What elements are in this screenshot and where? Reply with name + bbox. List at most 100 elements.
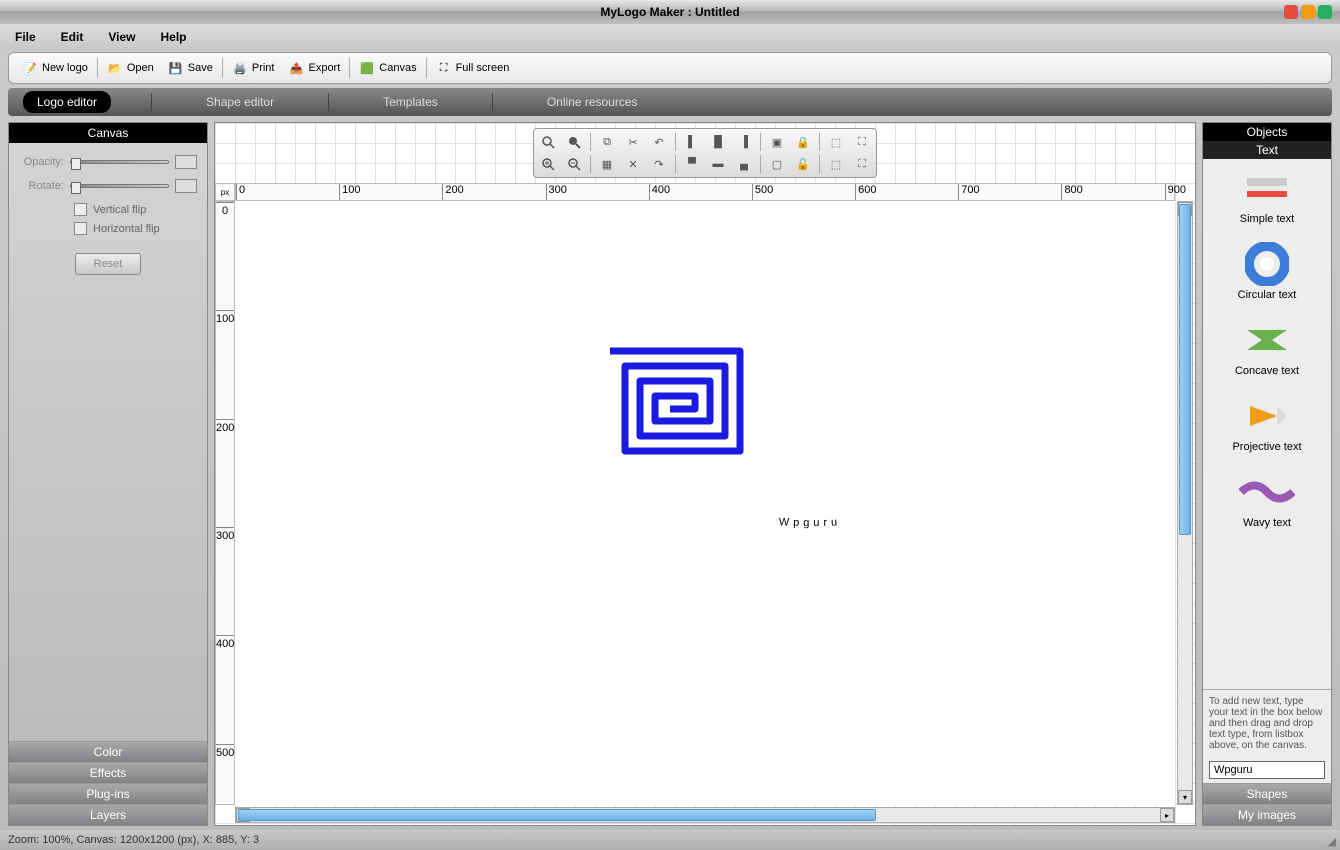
export-button[interactable]: 📤Export: [283, 58, 345, 78]
align-left-icon[interactable]: ▌: [680, 131, 704, 153]
print-button[interactable]: 🖨️Print: [227, 58, 280, 78]
paste-icon[interactable]: ▦: [595, 153, 619, 175]
opacity-slider[interactable]: [70, 160, 169, 164]
menu-bar: File Edit View Help: [0, 24, 1340, 50]
circular-text-icon: [1237, 243, 1297, 285]
maximize-button[interactable]: [1301, 5, 1315, 19]
opacity-value[interactable]: [175, 155, 197, 169]
tab-logo-editor[interactable]: Logo editor: [23, 91, 111, 113]
open-button[interactable]: 📂Open: [102, 58, 159, 78]
canvas-button[interactable]: 🟩Canvas: [354, 58, 421, 78]
delete-icon[interactable]: ✕: [621, 153, 645, 175]
text-header[interactable]: Text: [1203, 141, 1331, 159]
ruler-unit: px: [215, 183, 235, 201]
simple-text-type[interactable]: Simple text: [1207, 167, 1327, 225]
canvas-toolbar: ⧉ ✂ ↶ ▌ ▐▌ ▐ ▣ 🔒 ⬚ ⛶: [533, 128, 877, 178]
zoom-fit-icon[interactable]: [562, 131, 586, 153]
svg-text:Wpguru: Wpguru: [779, 516, 842, 529]
tab-templates[interactable]: Templates: [369, 91, 452, 113]
status-text: Zoom: 100%, Canvas: 1200x1200 (px), X: 8…: [8, 834, 259, 846]
horizontal-scrollbar[interactable]: ◂ ▸: [235, 807, 1175, 823]
help-text: To add new text, type your text in the b…: [1203, 689, 1331, 757]
objects-header: Objects: [1203, 123, 1331, 141]
canvas-area: ⧉ ✂ ↶ ▌ ▐▌ ▐ ▣ 🔒 ⬚ ⛶: [214, 122, 1196, 826]
main-toolbar: 📝New logo 📂Open 💾Save 🖨️Print 📤Export 🟩C…: [8, 52, 1332, 84]
zoom-reset-icon[interactable]: [536, 131, 560, 153]
menu-file[interactable]: File: [15, 30, 36, 44]
status-bar: Zoom: 100%, Canvas: 1200x1200 (px), X: 8…: [0, 830, 1340, 850]
rotate-label: Rotate:: [19, 180, 64, 192]
resize-grip-icon[interactable]: ◢: [1328, 835, 1336, 848]
right-tab-myimages[interactable]: My images: [1203, 804, 1331, 825]
align-center-h-icon[interactable]: ▐▌: [706, 131, 730, 153]
align-center-v-icon[interactable]: ▬: [706, 153, 730, 175]
save-button[interactable]: 💾Save: [163, 58, 218, 78]
fullscreen-button[interactable]: ⛶Full screen: [431, 58, 515, 78]
rotate-slider[interactable]: [70, 184, 169, 188]
canvas-panel-header: Canvas: [9, 123, 207, 143]
logo-text-element[interactable]: Wpguru: [525, 451, 1095, 554]
left-tab-effects[interactable]: Effects: [9, 762, 207, 783]
horizontal-ruler: 0 100 200 300 400 500 600 700 800 900: [235, 183, 1175, 201]
left-tab-plugins[interactable]: Plug-ins: [9, 783, 207, 804]
left-tab-color[interactable]: Color: [9, 741, 207, 762]
send-back-icon[interactable]: ▢: [765, 153, 789, 175]
group-icon[interactable]: ⬚: [824, 131, 848, 153]
wavy-text-type[interactable]: Wavy text: [1207, 471, 1327, 529]
minimize-button[interactable]: [1284, 5, 1298, 19]
vertical-scrollbar[interactable]: ▴ ▾: [1177, 201, 1193, 805]
save-icon: 💾: [168, 60, 184, 76]
projective-text-icon: [1237, 395, 1297, 437]
menu-edit[interactable]: Edit: [61, 30, 84, 44]
vertical-ruler: 0 100 200 300 400 500: [215, 201, 235, 805]
mode-tabs: Logo editor Shape editor Templates Onlin…: [8, 88, 1332, 116]
right-tab-shapes[interactable]: Shapes: [1203, 783, 1331, 804]
align-bottom-icon[interactable]: ▄: [732, 153, 756, 175]
undo-icon[interactable]: ↶: [647, 131, 671, 153]
vflip-label: Vertical flip: [93, 204, 146, 216]
redo-icon[interactable]: ↷: [647, 153, 671, 175]
vflip-checkbox[interactable]: [74, 203, 87, 216]
text-input[interactable]: [1209, 761, 1325, 779]
new-icon: 📝: [22, 60, 38, 76]
ungroup-icon[interactable]: ⬚: [824, 153, 848, 175]
print-icon: 🖨️: [232, 60, 248, 76]
projective-text-type[interactable]: Projective text: [1207, 395, 1327, 453]
cut-icon[interactable]: ✂: [621, 131, 645, 153]
hflip-label: Horizontal flip: [93, 223, 160, 235]
menu-view[interactable]: View: [108, 30, 135, 44]
concave-text-icon: [1237, 319, 1297, 361]
left-tab-layers[interactable]: Layers: [9, 804, 207, 825]
rotate-value[interactable]: [175, 179, 197, 193]
wavy-text-icon: [1237, 471, 1297, 513]
zoom-in-icon[interactable]: [536, 153, 560, 175]
fullscreen-icon: ⛶: [436, 60, 452, 76]
reset-button[interactable]: Reset: [75, 253, 142, 275]
align-top-icon[interactable]: ▀: [680, 153, 704, 175]
zoom-out-icon[interactable]: [562, 153, 586, 175]
bring-front-icon[interactable]: ▣: [765, 131, 789, 153]
new-logo-button[interactable]: 📝New logo: [17, 58, 93, 78]
circular-text-type[interactable]: Circular text: [1207, 243, 1327, 301]
copy-icon[interactable]: ⧉: [595, 131, 619, 153]
window-title: MyLogo Maker : Untitled: [600, 5, 739, 19]
simple-text-icon: [1237, 167, 1297, 209]
export-icon: 📤: [288, 60, 304, 76]
close-button[interactable]: [1318, 5, 1332, 19]
select-all-icon[interactable]: ⛶: [850, 131, 874, 153]
deselect-icon[interactable]: ⛶: [850, 153, 874, 175]
menu-help[interactable]: Help: [160, 30, 186, 44]
tab-online-resources[interactable]: Online resources: [533, 91, 652, 113]
align-right-icon[interactable]: ▐: [732, 131, 756, 153]
tab-shape-editor[interactable]: Shape editor: [192, 91, 288, 113]
canvas-icon: 🟩: [359, 60, 375, 76]
logo-spiral-shape[interactable]: [600, 341, 750, 464]
lock-icon[interactable]: 🔒: [791, 131, 815, 153]
hflip-checkbox[interactable]: [74, 222, 87, 235]
canvas-workspace[interactable]: Wpguru: [235, 201, 1175, 805]
open-icon: 📂: [107, 60, 123, 76]
opacity-label: Opacity:: [19, 156, 64, 168]
unlock-icon[interactable]: 🔓: [791, 153, 815, 175]
left-panel: Canvas Opacity: Rotate: Vertical flip Ho…: [8, 122, 208, 826]
concave-text-type[interactable]: Concave text: [1207, 319, 1327, 377]
